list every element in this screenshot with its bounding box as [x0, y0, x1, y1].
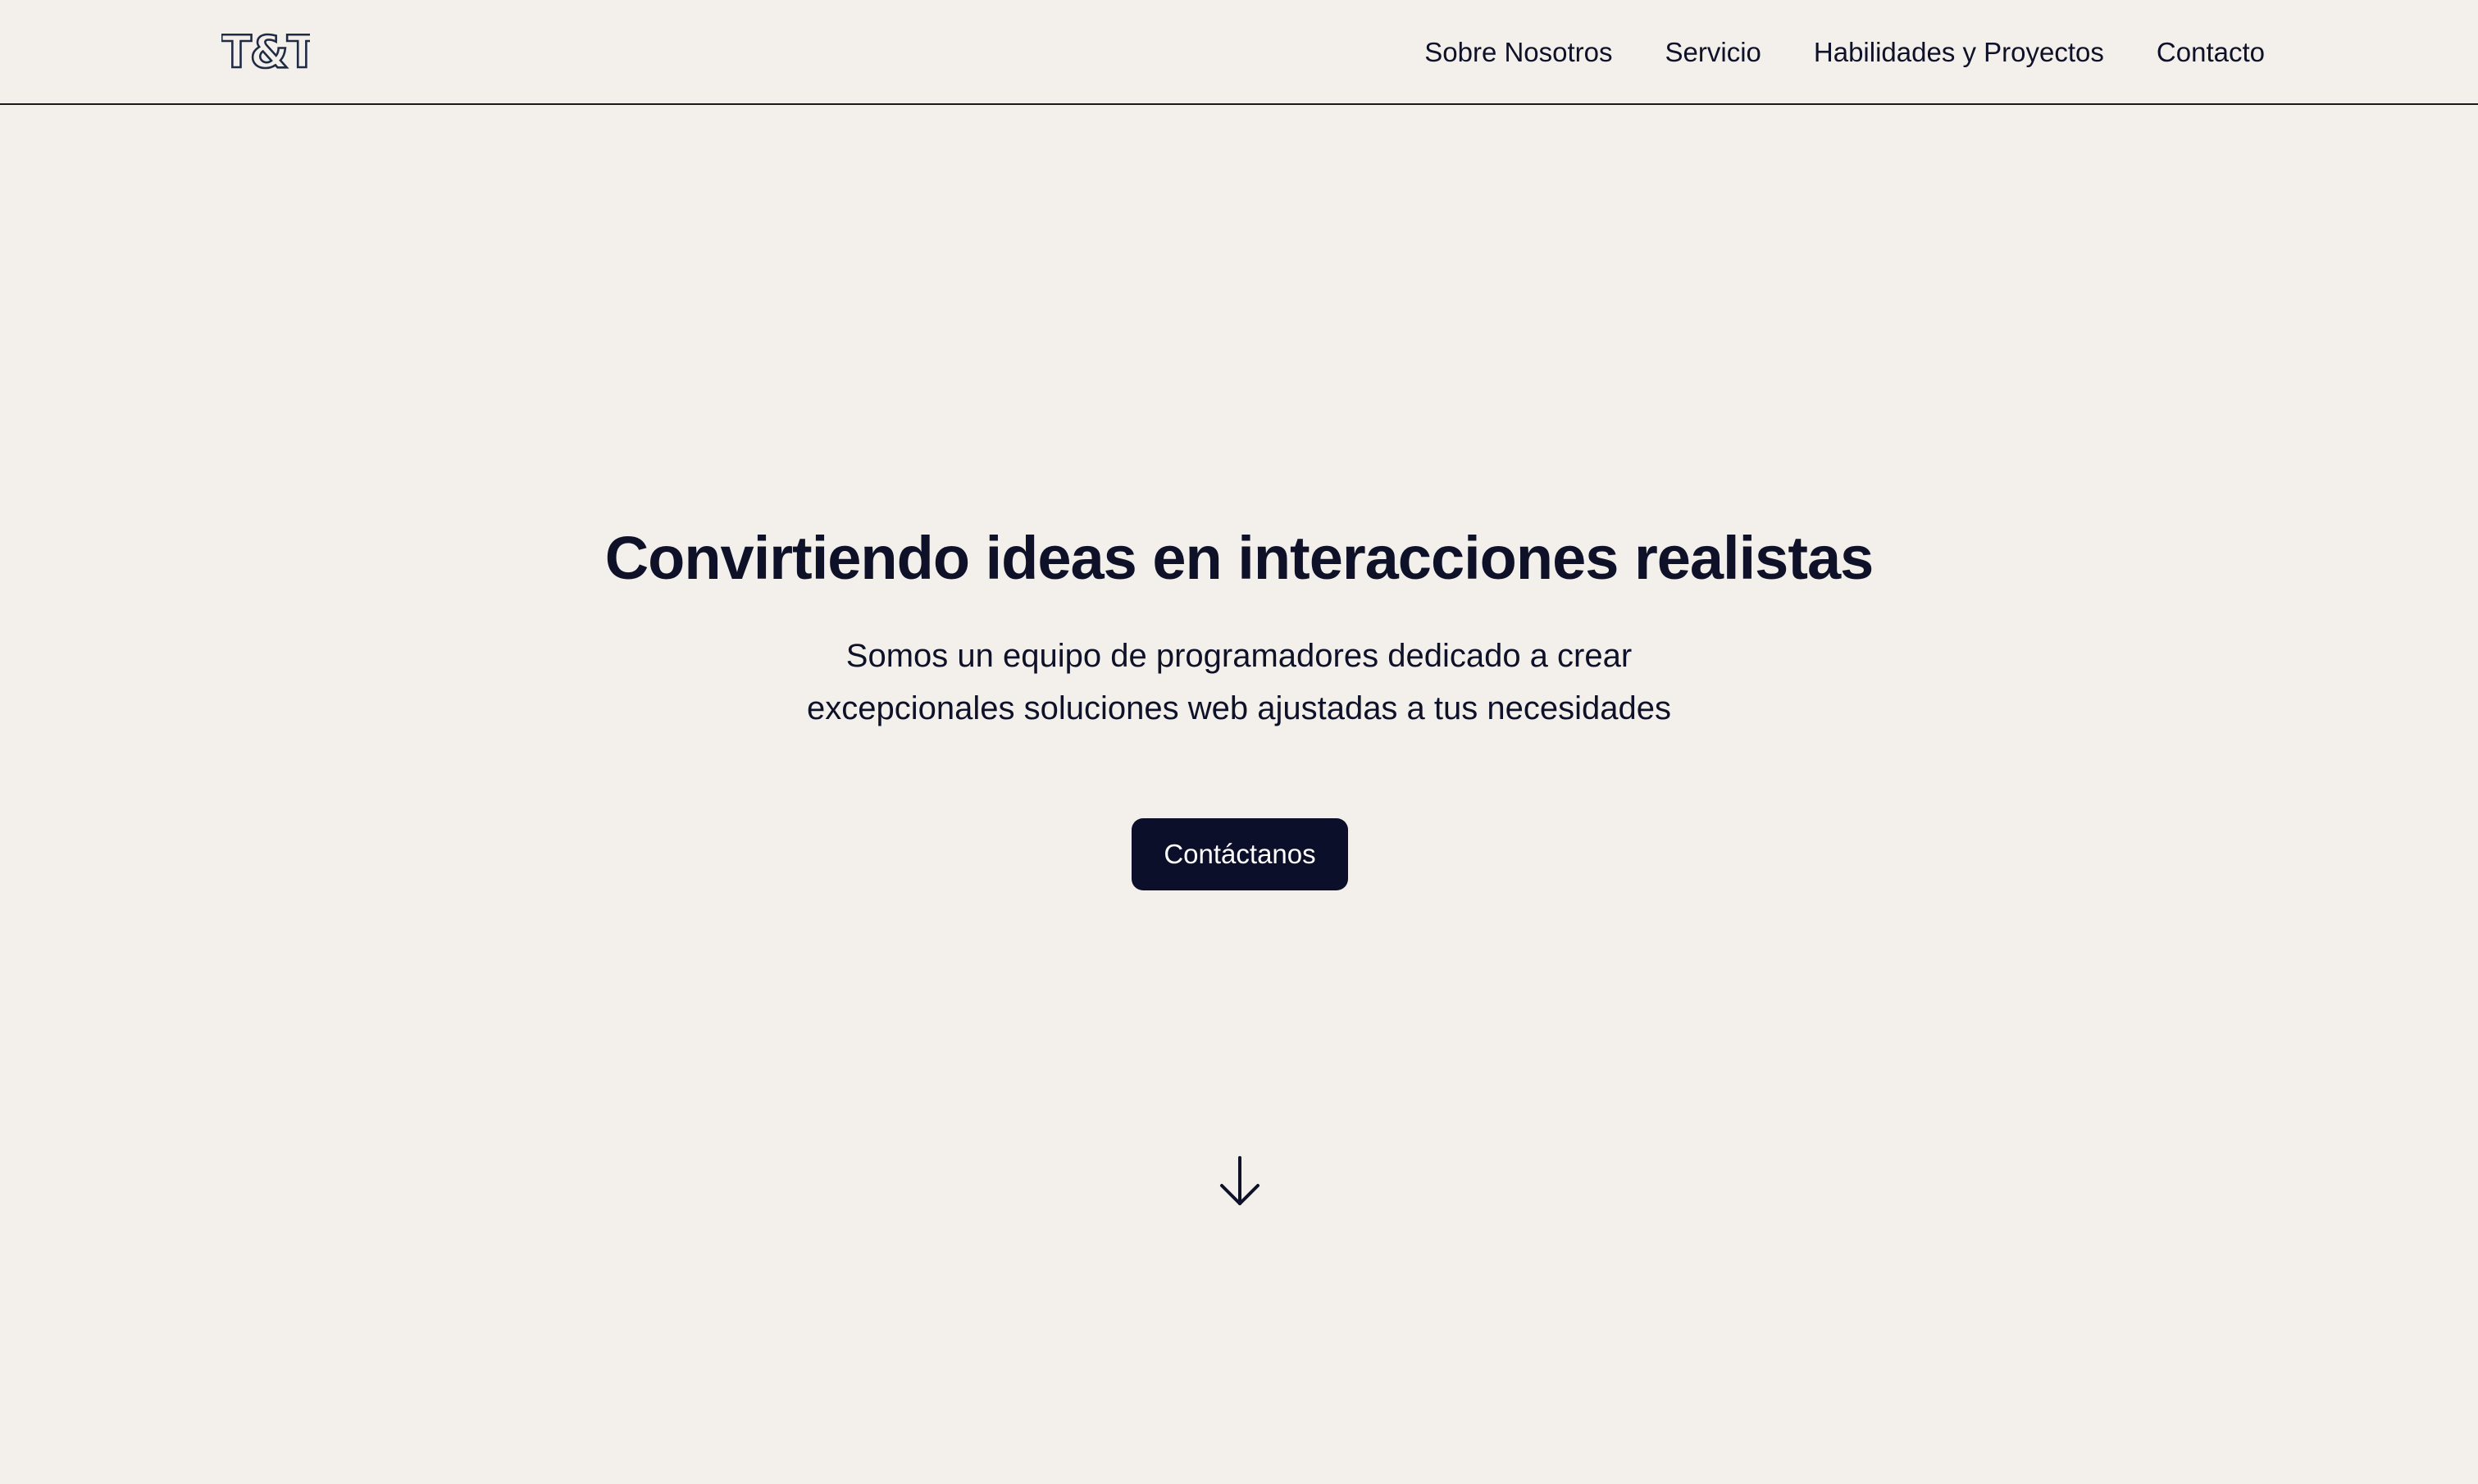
nav-link-habilidades-proyectos[interactable]: Habilidades y Proyectos	[1814, 37, 2104, 68]
nav-link-servicio[interactable]: Servicio	[1665, 37, 1761, 68]
hero-subtitle-line-1: Somos un equipo de programadores dedicad…	[845, 638, 1633, 674]
landing-page: T&T Sobre Nosotros Servicio Habilidades …	[0, 0, 2478, 1484]
contact-button[interactable]: Contáctanos	[1132, 818, 1348, 890]
logo-text: T&T	[221, 28, 310, 75]
hero-title: Convirtiendo ideas en interacciones real…	[604, 524, 1874, 592]
logo[interactable]: T&T	[221, 28, 310, 75]
hero-subtitle-line-2: excepcionales soluciones web ajustadas a…	[806, 690, 1671, 726]
navbar: T&T Sobre Nosotros Servicio Habilidades …	[0, 0, 2478, 105]
arrow-down-icon[interactable]	[1218, 1154, 1262, 1209]
nav-links: Sobre Nosotros Servicio Habilidades y Pr…	[1424, 0, 2265, 105]
nav-link-contacto[interactable]: Contacto	[2157, 37, 2265, 68]
hero-subtitle: Somos un equipo de programadores dedicad…	[706, 630, 1772, 735]
nav-link-sobre-nosotros[interactable]: Sobre Nosotros	[1424, 37, 1612, 68]
